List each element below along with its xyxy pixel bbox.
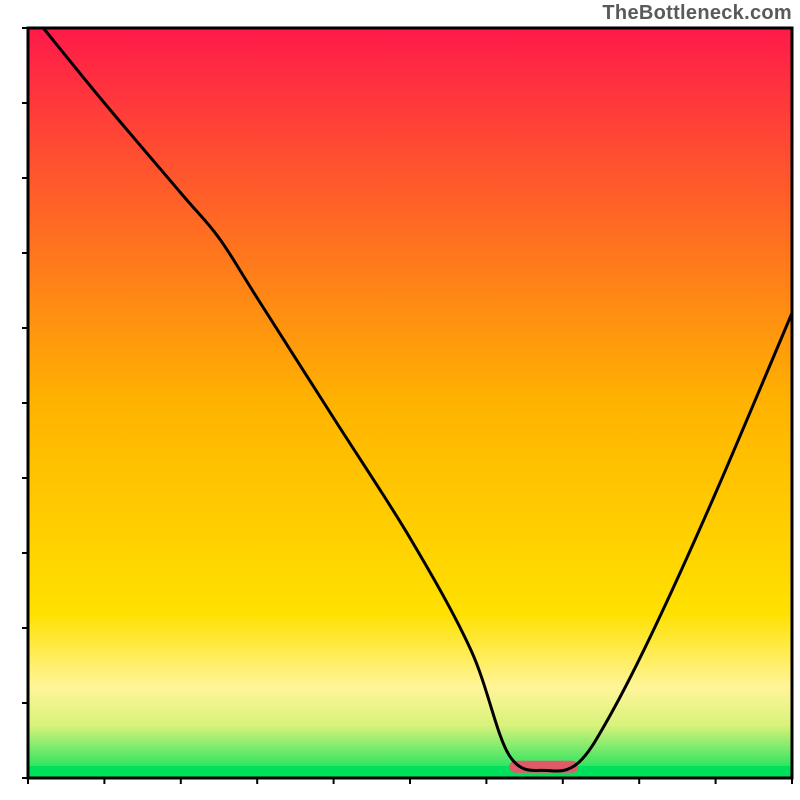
green-baseline (28, 766, 792, 778)
watermark-text: TheBottleneck.com (602, 2, 792, 25)
gradient-background (28, 28, 792, 778)
chart-container: TheBottleneck.com (0, 0, 800, 800)
bottleneck-chart (0, 0, 800, 800)
